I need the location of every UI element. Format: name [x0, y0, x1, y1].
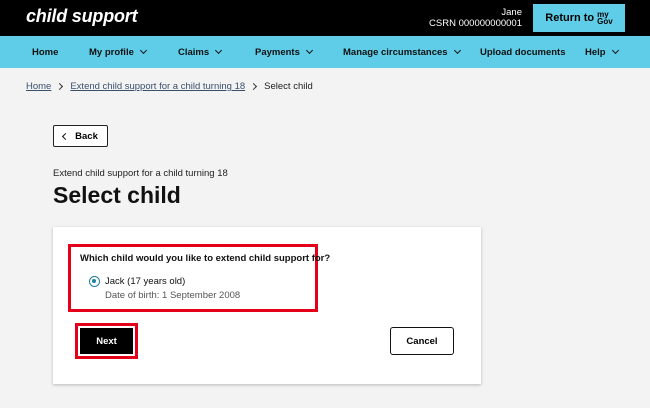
- child-option-name[interactable]: Jack (17 years old): [105, 276, 185, 287]
- top-bar: child support Jane CSRN 000000000001 Ret…: [0, 0, 650, 36]
- return-to-mygov-button[interactable]: Return to my Gov: [533, 4, 625, 32]
- breadcrumb: Home Extend child support for a child tu…: [26, 81, 313, 92]
- chevron-down-icon: [453, 46, 461, 55]
- nav-item-home[interactable]: Home: [32, 36, 58, 68]
- mygov-logo: my Gov: [597, 10, 613, 26]
- nav-item-upload-documents[interactable]: Upload documents: [480, 36, 566, 68]
- child-radio-jack[interactable]: [89, 276, 100, 287]
- nav-item-manage-circumstances[interactable]: Manage circumstances: [343, 36, 461, 68]
- chevron-down-icon: [139, 46, 147, 55]
- return-label: Return to: [545, 12, 595, 24]
- cancel-button[interactable]: Cancel: [390, 327, 454, 355]
- child-question-label: Which child would you like to extend chi…: [80, 253, 331, 264]
- chevron-right-icon: [56, 82, 64, 91]
- brand-logo[interactable]: child support: [26, 6, 138, 27]
- chevron-down-icon: [305, 46, 313, 55]
- back-button[interactable]: Back: [53, 125, 108, 147]
- main-nav: Home My profile Claims Payments Manage c…: [0, 36, 650, 68]
- chevron-right-icon: [250, 82, 258, 91]
- chevron-left-icon: [62, 132, 70, 140]
- chevron-down-icon: [215, 46, 223, 55]
- page-title: Select child: [53, 182, 181, 208]
- page-subtitle: Extend child support for a child turning…: [53, 168, 228, 179]
- user-info: Jane CSRN 000000000001: [429, 7, 522, 29]
- nav-item-claims[interactable]: Claims: [178, 36, 223, 68]
- nav-item-payments[interactable]: Payments: [255, 36, 313, 68]
- user-csrn: CSRN 000000000001: [429, 18, 522, 29]
- next-button[interactable]: Next: [80, 328, 133, 354]
- child-option-dob: Date of birth: 1 September 2008: [105, 290, 241, 301]
- chevron-down-icon: [611, 46, 619, 55]
- user-name: Jane: [501, 7, 522, 18]
- nav-item-help[interactable]: Help: [585, 36, 619, 68]
- breadcrumb-home-link[interactable]: Home: [26, 81, 51, 92]
- nav-item-my-profile[interactable]: My profile: [89, 36, 147, 68]
- breadcrumb-parent-link[interactable]: Extend child support for a child turning…: [70, 81, 245, 92]
- breadcrumb-current: Select child: [264, 81, 313, 92]
